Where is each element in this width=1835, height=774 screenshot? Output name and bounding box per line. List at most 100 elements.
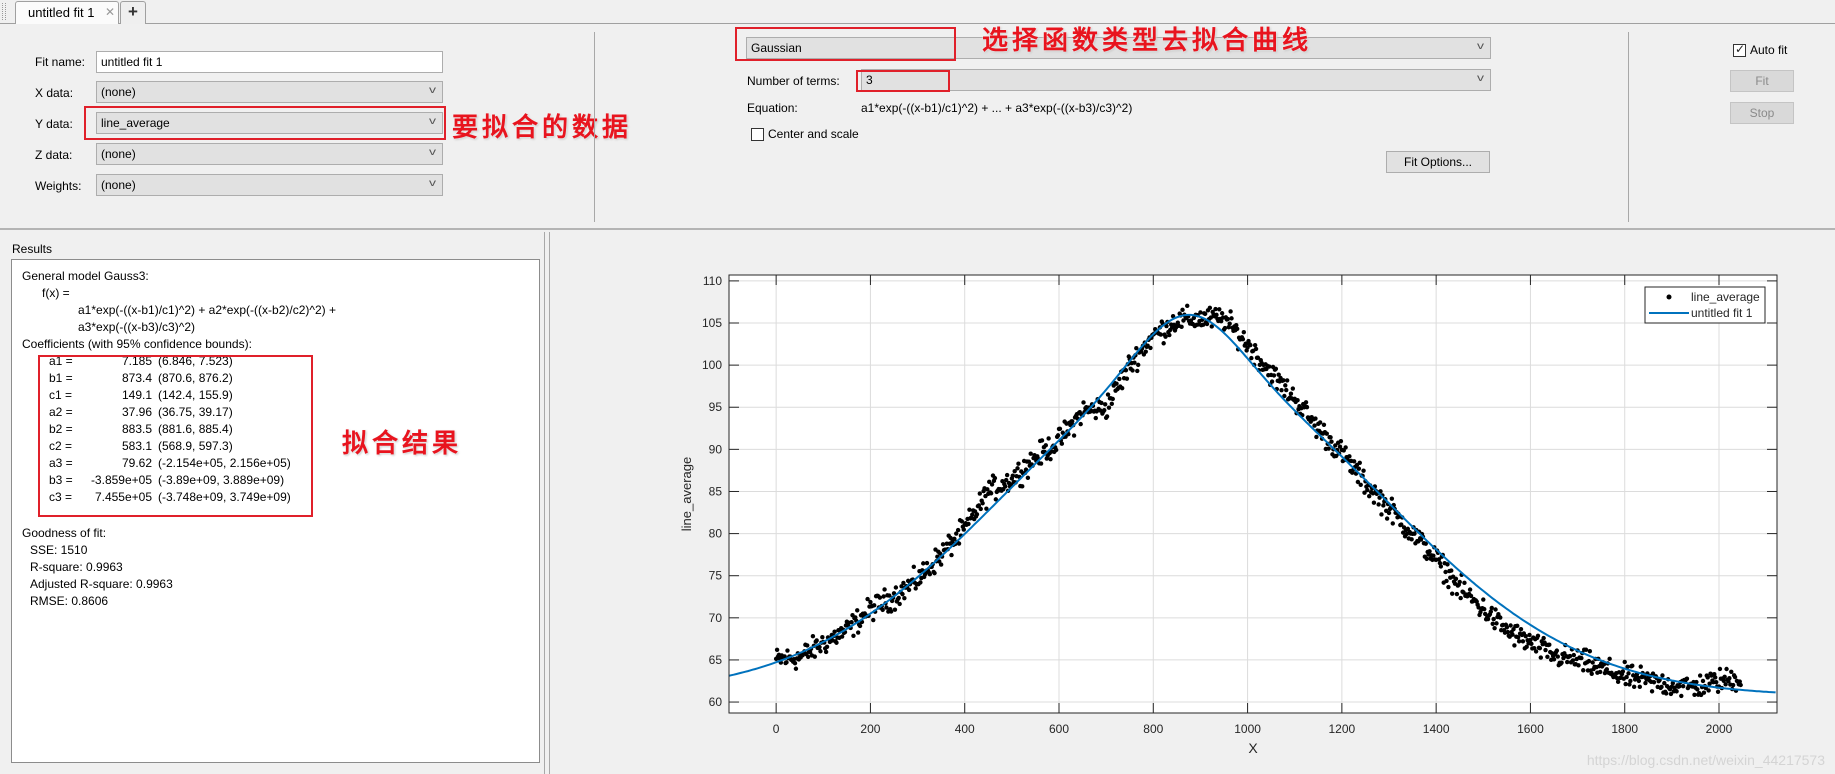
data-point: [823, 649, 829, 655]
close-icon[interactable]: ✕: [105, 5, 115, 19]
fit-name-input[interactable]: untitled fit 1: [96, 51, 443, 73]
data-point: [812, 654, 818, 659]
x-tick-label: 800: [1143, 722, 1163, 736]
data-point: [1324, 431, 1329, 436]
data-point: [1269, 379, 1275, 384]
data-point: [1680, 684, 1686, 689]
data-point: [1219, 311, 1225, 316]
data-point: [1444, 578, 1449, 584]
equation-value: a1*exp(-((x-b1)/c1)^2) + ... + a3*exp(-(…: [861, 101, 1133, 115]
data-point: [793, 666, 799, 671]
fit-type-highlight-box: [735, 27, 956, 61]
fit-options-button[interactable]: Fit Options...: [1386, 151, 1490, 173]
data-point: [1130, 368, 1135, 373]
x-tick-label: 2000: [1706, 722, 1733, 736]
y-data-annotation: 要拟合的数据: [452, 113, 633, 143]
data-point: [1701, 690, 1707, 695]
data-point: [1158, 332, 1164, 337]
data-point: [1738, 682, 1743, 688]
data-point: [1649, 689, 1655, 694]
data-point: [1241, 329, 1247, 335]
data-point: [1361, 468, 1366, 473]
weights-select[interactable]: (none) v: [96, 174, 443, 196]
data-point: [1225, 316, 1230, 322]
data-point: [1136, 362, 1141, 368]
expression-line-2: a3*exp(-((x-b3)/c3)^2): [78, 320, 195, 334]
data-point: [1559, 660, 1564, 665]
data-point: [1389, 496, 1395, 501]
stop-button[interactable]: Stop: [1730, 102, 1794, 124]
results-textbox[interactable]: General model Gauss3: f(x) = a1*exp(-((x…: [11, 259, 540, 763]
data-point: [1576, 663, 1581, 668]
data-point: [1004, 472, 1010, 478]
x-tick-label: 1600: [1517, 722, 1544, 736]
data-point: [1347, 454, 1352, 459]
data-point: [855, 608, 860, 613]
add-tab-button[interactable]: +: [120, 1, 146, 25]
data-point: [1651, 680, 1657, 685]
coefficients-header: Coefficients (with 95% confidence bounds…: [22, 337, 252, 351]
z-data-select[interactable]: (none) v: [96, 143, 443, 165]
data-point: [1541, 635, 1546, 641]
data-point: [980, 501, 985, 506]
data-point: [1281, 378, 1286, 383]
data-point: [1367, 493, 1372, 499]
data-point: [1240, 337, 1246, 342]
divider: [1628, 32, 1629, 222]
x-data-select[interactable]: (none) v: [96, 81, 443, 103]
y-tick-label: 85: [709, 484, 723, 498]
data-point: [1715, 689, 1721, 694]
data-point: [784, 660, 789, 665]
fit-button[interactable]: Fit: [1730, 70, 1794, 92]
data-point: [924, 560, 930, 566]
data-point: [1492, 625, 1497, 631]
plus-icon: +: [128, 2, 138, 21]
data-point: [1674, 689, 1679, 694]
data-point: [1028, 451, 1033, 456]
data-point: [1520, 639, 1526, 644]
num-terms-select[interactable]: 3v: [861, 69, 1491, 91]
data-point: [1467, 587, 1473, 592]
data-point: [988, 491, 994, 496]
chevron-down-icon: v: [429, 178, 436, 189]
data-point: [940, 542, 946, 547]
data-point: [1583, 647, 1589, 652]
data-point: [1533, 649, 1539, 654]
y-data-highlight-box: [84, 106, 446, 140]
data-point: [1179, 324, 1184, 330]
data-point: [868, 599, 873, 605]
data-point: [959, 519, 965, 524]
gof-item: RMSE: 0.8606: [30, 594, 109, 608]
data-point: [1304, 404, 1310, 410]
data-point: [1713, 675, 1718, 680]
data-point: [1724, 666, 1729, 672]
data-point: [1409, 537, 1414, 542]
data-point: [1114, 381, 1119, 386]
data-point: [820, 635, 825, 640]
data-point: [1338, 438, 1344, 444]
data-point: [1229, 316, 1234, 321]
x-tick-label: 1800: [1611, 722, 1638, 736]
drag-grip[interactable]: [2, 3, 6, 20]
fit-plot[interactable]: 0 200 400 600 800 1000 1200 1400 1600 1800 2000 60 6…: [550, 232, 1835, 774]
data-point: [1717, 666, 1723, 672]
data-point: [1537, 646, 1543, 651]
data-point: [1235, 326, 1240, 332]
data-point: [1515, 623, 1520, 629]
data-point: [1104, 414, 1110, 419]
data-point: [805, 643, 810, 648]
data-point: [1505, 629, 1511, 635]
data-point: [1424, 556, 1429, 562]
data-point: [1016, 461, 1021, 466]
data-point: [1623, 681, 1628, 687]
data-point: [884, 605, 889, 610]
center-scale-checkbox[interactable]: [751, 128, 764, 141]
model-name: General model Gauss3:: [22, 269, 149, 283]
x-tick-label: 1400: [1423, 722, 1450, 736]
data-point: [967, 507, 972, 512]
data-point: [1697, 673, 1703, 678]
auto-fit-checkbox[interactable]: ✓: [1733, 42, 1746, 57]
data-point: [1105, 392, 1111, 397]
tab-untitled-fit-1[interactable]: untitled fit 1 ✕: [15, 1, 119, 25]
data-point: [1267, 364, 1272, 369]
